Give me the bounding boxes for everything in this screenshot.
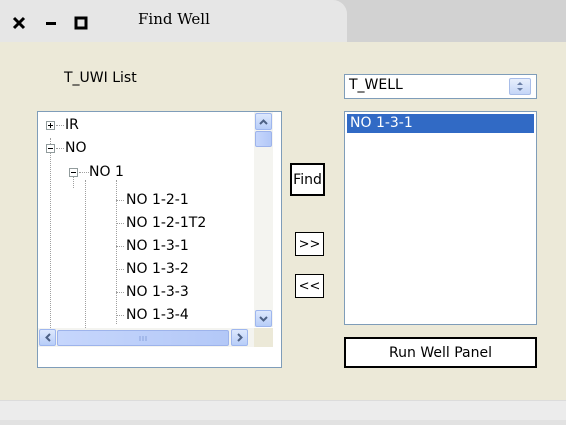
grip-icon — [139, 335, 147, 341]
tree-node[interactable]: NO — [65, 140, 87, 156]
horizontal-scroll-thumb[interactable] — [57, 330, 229, 346]
remove-from-selection-button[interactable]: << — [295, 274, 324, 298]
minimize-icon[interactable] — [42, 14, 60, 32]
tree-line — [56, 125, 64, 126]
find-button[interactable]: Find — [290, 163, 325, 196]
maximize-icon[interactable] — [72, 14, 90, 32]
tree-node[interactable]: NO 1-2-1T2 — [126, 215, 206, 231]
tree-line — [85, 180, 86, 328]
uwi-tree[interactable]: IR NO NO 1 NO 1-2-1 NO 1-2-1T2 NO 1-3-1 … — [37, 111, 282, 368]
window-title: Find Well — [138, 10, 210, 28]
tree-line — [116, 200, 124, 201]
chevron-right-icon — [236, 333, 243, 342]
tree-line — [116, 223, 124, 224]
tree-node[interactable]: NO 1-3-1 — [126, 238, 189, 254]
selected-wells-list[interactable]: NO 1-3-1 — [344, 111, 537, 325]
tree-line — [56, 148, 64, 149]
bottom-edge — [0, 420, 566, 425]
chevron-left-icon — [44, 333, 51, 342]
tree-line — [50, 138, 51, 328]
well-type-value: T_WELL — [349, 77, 403, 93]
tree-line — [116, 180, 117, 324]
collapse-icon[interactable] — [46, 144, 55, 153]
select-spinner[interactable] — [509, 78, 531, 95]
vertical-scroll-thumb[interactable] — [255, 131, 272, 147]
run-well-panel-button[interactable]: Run Well Panel — [344, 337, 537, 368]
collapse-icon[interactable] — [69, 168, 78, 177]
tree-node[interactable]: NO 1-3-2 — [126, 261, 189, 277]
tree-node[interactable]: NO 1 — [89, 164, 124, 180]
tree-line — [116, 315, 124, 316]
chevron-up-icon — [259, 118, 268, 125]
close-icon[interactable] — [10, 14, 28, 32]
tree-node[interactable]: NO 1-3-3 — [126, 284, 189, 300]
expand-icon[interactable] — [46, 121, 55, 130]
tree-node[interactable]: NO 1-3-4 — [126, 307, 189, 323]
uwi-list-label: T_UWI List — [64, 70, 137, 86]
scroll-corner — [254, 328, 273, 347]
tree-line — [116, 292, 124, 293]
tree-line — [116, 269, 124, 270]
add-to-selection-button[interactable]: >> — [295, 232, 324, 256]
up-down-arrows-icon — [517, 82, 523, 91]
scroll-down-button[interactable] — [255, 310, 272, 327]
scroll-up-button[interactable] — [255, 113, 272, 130]
scroll-right-button[interactable] — [231, 329, 248, 346]
list-item[interactable]: NO 1-3-1 — [347, 114, 534, 133]
tree-node[interactable]: NO 1-2-1 — [126, 192, 189, 208]
chevron-down-icon — [259, 315, 268, 322]
tree-node[interactable]: IR — [65, 117, 79, 133]
tree-line — [79, 172, 89, 173]
tree-line — [116, 246, 124, 247]
scroll-left-button[interactable] — [39, 329, 56, 346]
